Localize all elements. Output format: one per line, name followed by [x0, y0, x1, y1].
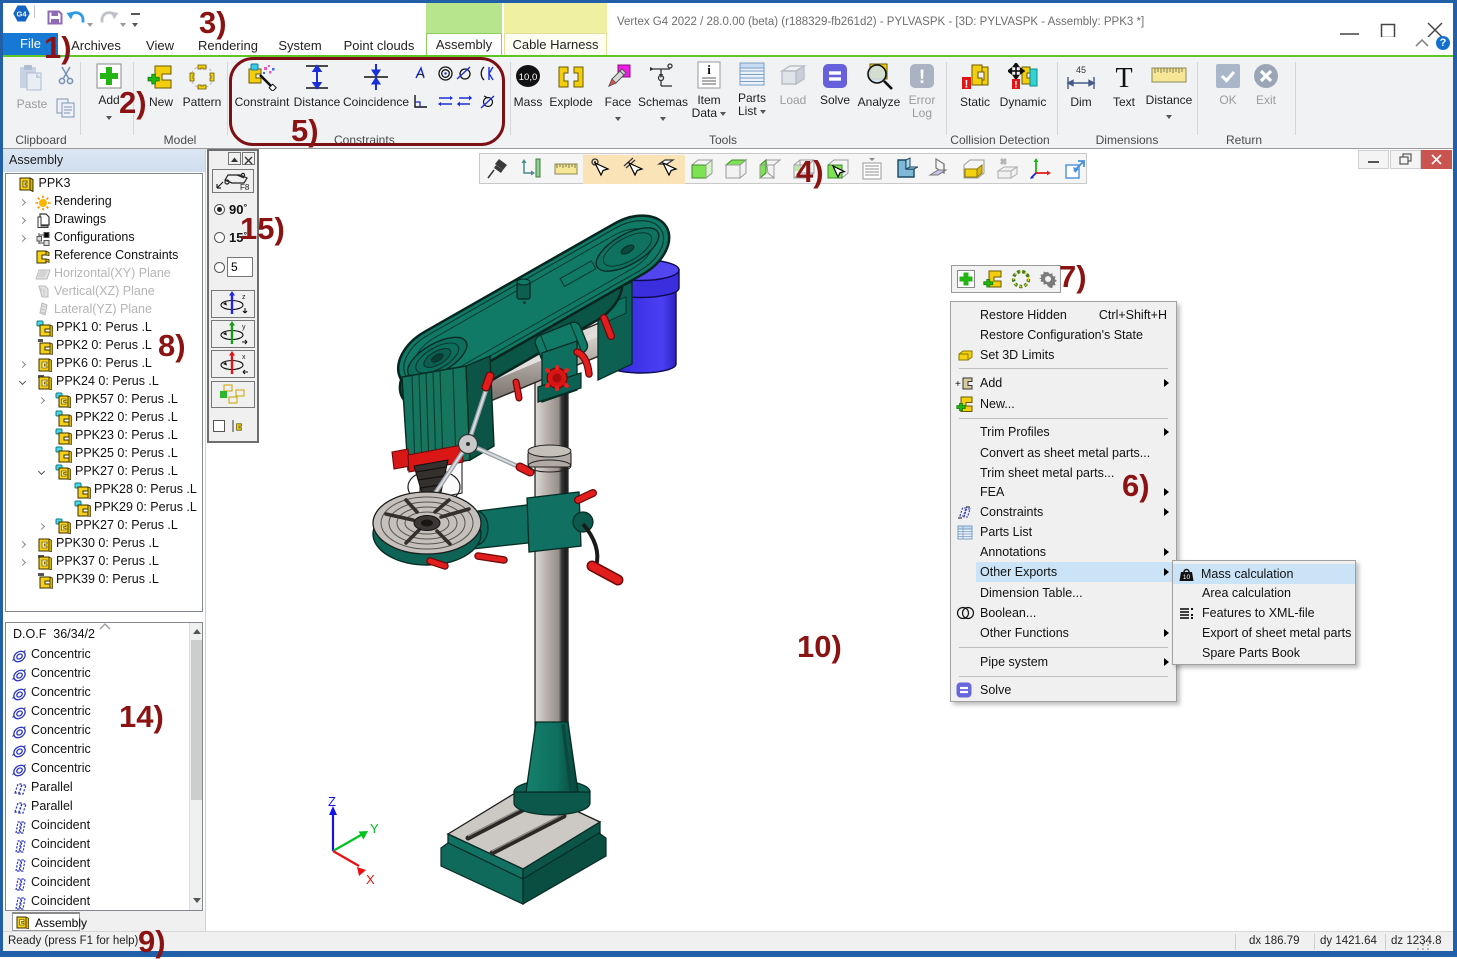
svg-text:!: !: [965, 79, 969, 91]
svg-text:G4: G4: [16, 10, 27, 19]
svg-text:10: 10: [1183, 574, 1191, 581]
svg-text:T: T: [1115, 63, 1132, 91]
svg-text:Y: Y: [370, 821, 379, 836]
svg-text:Z: Z: [328, 794, 336, 809]
svg-text:45: 45: [1076, 65, 1086, 75]
svg-text:!: !: [1014, 80, 1017, 91]
svg-text:x: x: [242, 354, 246, 361]
svg-text:F8: F8: [240, 183, 250, 192]
svg-text:y: y: [242, 324, 246, 331]
svg-text:X: X: [366, 872, 375, 887]
svg-text:10,0: 10,0: [519, 72, 538, 83]
svg-text:!: !: [919, 67, 925, 88]
svg-text:z: z: [242, 294, 246, 301]
svg-text:+: +: [955, 379, 961, 390]
svg-text:i: i: [707, 62, 711, 77]
